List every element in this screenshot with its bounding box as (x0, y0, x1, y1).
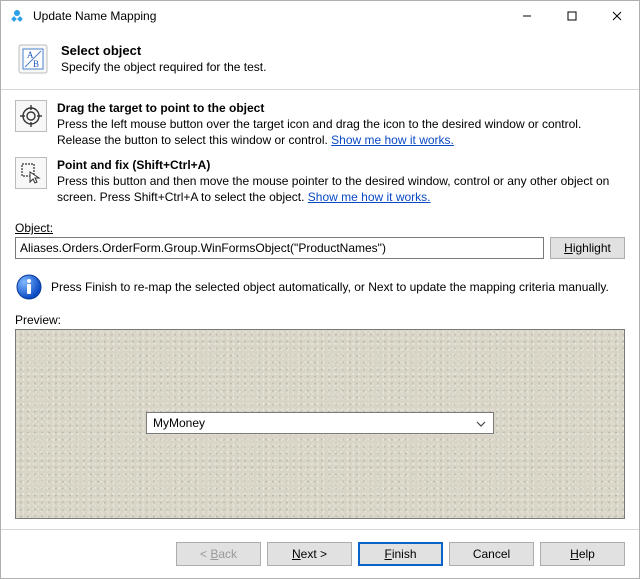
minimize-button[interactable] (504, 1, 549, 31)
info-icon (15, 273, 43, 301)
drag-target-help-link[interactable]: Show me how it works. (331, 133, 454, 147)
info-row: Press Finish to re-map the selected obje… (15, 273, 625, 301)
preview-dropdown-value: MyMoney (153, 416, 473, 430)
drag-target-icon[interactable] (15, 100, 47, 132)
preview-label: Preview: (15, 313, 625, 327)
drag-target-text: Drag the target to point to the object P… (57, 100, 625, 149)
preview-area: MyMoney (15, 329, 625, 519)
window-controls (504, 1, 639, 31)
wizard-title: Select object (61, 43, 266, 58)
object-label: Object: (15, 221, 625, 235)
cancel-button[interactable]: Cancel (449, 542, 534, 566)
drag-target-desc: Press the left mouse button over the tar… (57, 117, 581, 147)
next-button[interactable]: Next > (267, 542, 352, 566)
app-icon (9, 8, 25, 24)
close-button[interactable] (594, 1, 639, 31)
wizard-subtitle: Specify the object required for the test… (61, 60, 266, 74)
titlebar: Update Name Mapping (1, 1, 639, 31)
point-and-fix-title: Point and fix (Shift+Ctrl+A) (57, 158, 210, 172)
point-and-fix-help-link[interactable]: Show me how it works. (308, 190, 431, 204)
point-and-fix-icon[interactable] (15, 157, 47, 189)
object-row: Highlight (15, 237, 625, 259)
wizard-footer: < Back Next > Finish Cancel Help (1, 529, 639, 578)
point-and-fix-method: Point and fix (Shift+Ctrl+A) Press this … (15, 157, 625, 206)
wizard-header-text: Select object Specify the object require… (61, 43, 266, 74)
select-object-icon: A B (17, 43, 49, 75)
preview-dropdown[interactable]: MyMoney (146, 412, 494, 434)
point-and-fix-text: Point and fix (Shift+Ctrl+A) Press this … (57, 157, 625, 206)
maximize-button[interactable] (549, 1, 594, 31)
drag-target-title: Drag the target to point to the object (57, 101, 264, 115)
chevron-down-icon (473, 416, 489, 430)
help-button[interactable]: Help (540, 542, 625, 566)
window-title: Update Name Mapping (33, 9, 504, 23)
back-button[interactable]: < Back (176, 542, 261, 566)
info-text: Press Finish to re-map the selected obje… (51, 280, 609, 294)
wizard-header: A B Select object Specify the object req… (1, 31, 639, 90)
content-area: Drag the target to point to the object P… (1, 90, 639, 529)
object-path-input[interactable] (15, 237, 544, 259)
finish-button[interactable]: Finish (358, 542, 443, 566)
drag-target-method: Drag the target to point to the object P… (15, 100, 625, 149)
svg-text:B: B (33, 59, 39, 69)
highlight-button[interactable]: Highlight (550, 237, 625, 259)
update-name-mapping-dialog: Update Name Mapping A B Select ob (0, 0, 640, 579)
